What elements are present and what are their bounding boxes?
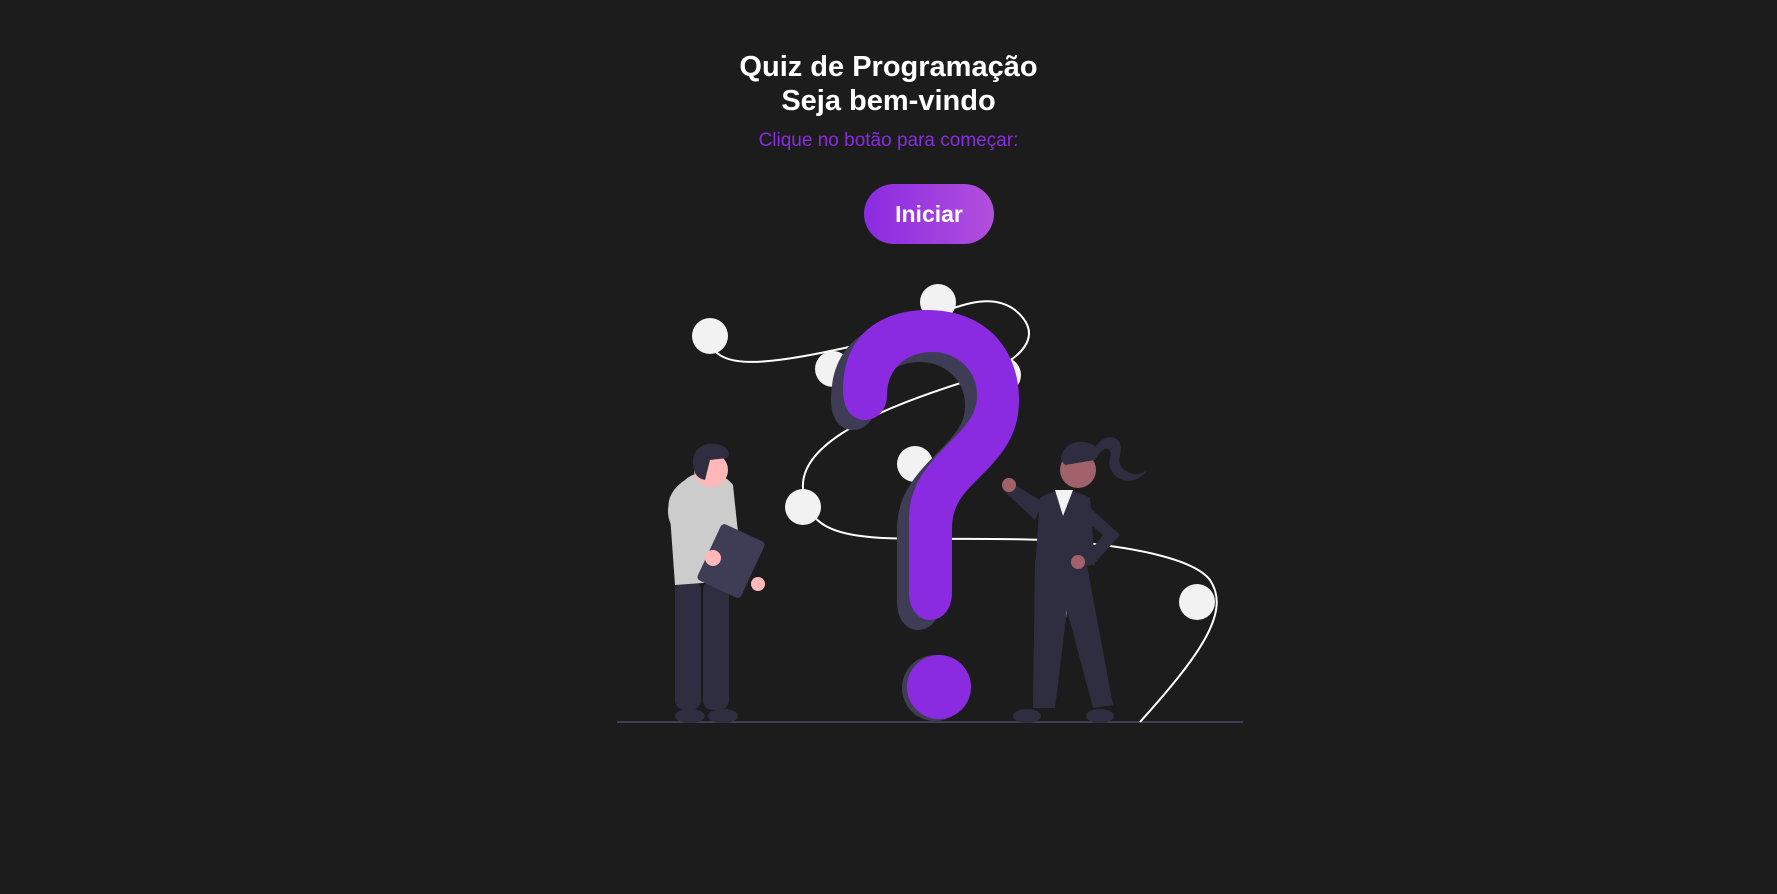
- question-mark-people-icon: [617, 284, 1243, 723]
- quiz-welcome-page: Quiz de Programação Seja bem-vindo Cliqu…: [0, 0, 1777, 894]
- dot: [1179, 584, 1215, 620]
- title-line-quiz: Quiz de Programação: [739, 51, 1038, 83]
- person-right: [1002, 437, 1147, 723]
- page-title: Quiz de Programação Seja bem-vindo: [0, 50, 1777, 118]
- title-line-welcome: Seja bem-vindo: [781, 85, 996, 117]
- welcome-header: Quiz de Programação Seja bem-vindo Cliqu…: [0, 50, 1777, 152]
- dot: [692, 318, 728, 354]
- start-instruction: Clique no botão para começar:: [758, 130, 1019, 151]
- start-button[interactable]: Iniciar: [864, 184, 994, 244]
- dot: [785, 489, 821, 525]
- question-dot: [907, 655, 971, 719]
- person-left: [667, 443, 765, 723]
